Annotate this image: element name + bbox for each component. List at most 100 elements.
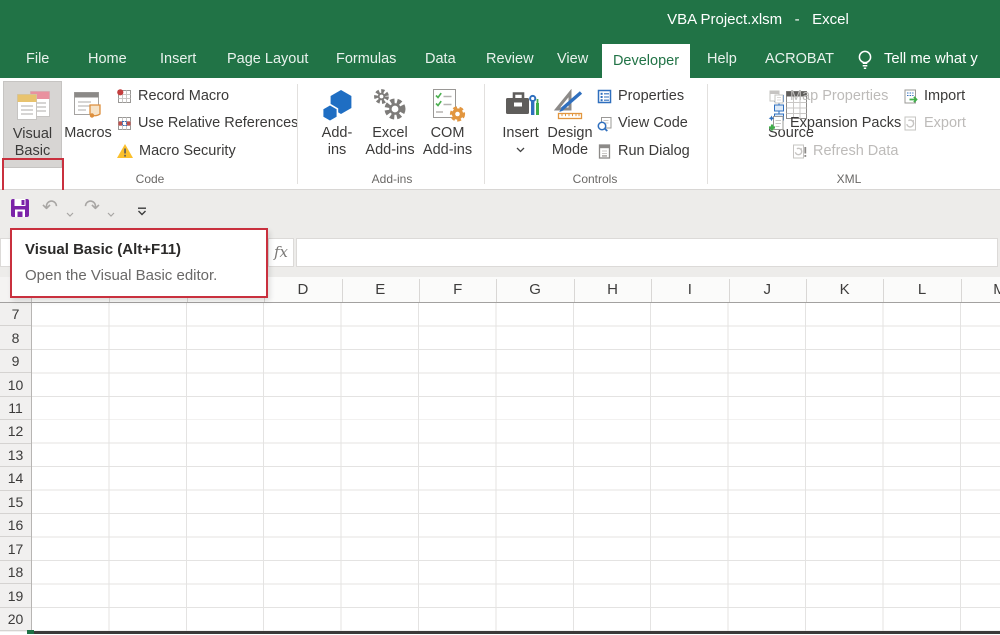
insert-control-button[interactable]: Insert bbox=[499, 81, 542, 168]
row-header-20[interactable]: 20 bbox=[0, 608, 31, 631]
export-button[interactable]: Export bbox=[902, 113, 966, 133]
save-button[interactable] bbox=[10, 196, 30, 220]
record-macro-button[interactable]: Record Macro bbox=[116, 86, 229, 106]
row-header-19[interactable]: 19 bbox=[0, 584, 31, 607]
add-ins-button[interactable]: Add- ins bbox=[316, 81, 358, 168]
row-header-column: 7891011121314151617181920 bbox=[0, 303, 32, 632]
tab-file[interactable]: File bbox=[26, 40, 49, 78]
row-header-13[interactable]: 13 bbox=[0, 444, 31, 467]
row-header-16[interactable]: 16 bbox=[0, 514, 31, 537]
undo-icon: ↶ bbox=[42, 198, 58, 218]
refresh-data-label: Refresh Data bbox=[813, 143, 898, 159]
use-relative-references-label: Use Relative References bbox=[138, 115, 298, 131]
column-header-E[interactable]: E bbox=[360, 277, 400, 302]
column-separator bbox=[806, 279, 807, 302]
com-add-ins-label-1: COM bbox=[423, 125, 472, 142]
refresh-data-button[interactable]: Refresh Data bbox=[791, 141, 898, 161]
formula-input[interactable] bbox=[296, 238, 998, 267]
run-dialog-label: Run Dialog bbox=[618, 143, 690, 159]
map-properties-icon bbox=[768, 88, 785, 105]
record-macro-icon bbox=[116, 88, 133, 105]
undo-button[interactable]: ↶ bbox=[42, 196, 58, 220]
sheet-cells[interactable] bbox=[32, 303, 1000, 632]
checklist-gear-icon bbox=[429, 85, 467, 125]
row-header-12[interactable]: 12 bbox=[0, 420, 31, 443]
excel-add-ins-label-1: Excel bbox=[365, 125, 414, 142]
column-header-J[interactable]: J bbox=[747, 277, 787, 302]
run-dialog-button[interactable]: Run Dialog bbox=[596, 141, 690, 161]
column-header-F[interactable]: F bbox=[438, 277, 478, 302]
view-code-button[interactable]: View Code bbox=[596, 113, 688, 133]
visual-basic-tooltip: Visual Basic (Alt+F11) Open the Visual B… bbox=[10, 228, 268, 298]
tab-help[interactable]: Help bbox=[707, 40, 737, 78]
column-header-I[interactable]: I bbox=[670, 277, 710, 302]
tab-acrobat[interactable]: ACROBAT bbox=[765, 40, 834, 78]
warning-triangle-icon bbox=[116, 143, 134, 159]
tab-home[interactable]: Home bbox=[88, 40, 127, 78]
row-header-8[interactable]: 8 bbox=[0, 326, 31, 349]
save-icon bbox=[10, 198, 30, 218]
window-title: VBA Project.xlsm - Excel bbox=[667, 11, 849, 28]
redo-dropdown[interactable] bbox=[107, 202, 115, 226]
controls-group-label: Controls bbox=[495, 172, 695, 187]
map-properties-label: Map Properties bbox=[790, 88, 888, 104]
tell-me-box[interactable]: Tell me what y bbox=[884, 40, 978, 78]
row-header-18[interactable]: 18 bbox=[0, 561, 31, 584]
row-header-14[interactable]: 14 bbox=[0, 467, 31, 490]
column-header-M[interactable]: M bbox=[980, 277, 1000, 302]
column-separator bbox=[883, 279, 884, 302]
export-icon bbox=[902, 115, 919, 132]
expansion-packs-icon bbox=[768, 115, 785, 132]
column-header-D[interactable]: D bbox=[283, 277, 323, 302]
lightbulb-icon bbox=[856, 49, 874, 71]
toolbox-icon bbox=[502, 85, 540, 125]
row-header-7[interactable]: 7 bbox=[0, 303, 31, 326]
import-button[interactable]: Import bbox=[902, 86, 965, 106]
macros-button[interactable]: Macros bbox=[64, 81, 112, 168]
column-header-G[interactable]: G bbox=[515, 277, 555, 302]
design-mode-button[interactable]: Design Mode bbox=[545, 81, 595, 168]
properties-button[interactable]: Properties bbox=[596, 86, 684, 106]
tab-review[interactable]: Review bbox=[486, 40, 534, 78]
insert-function-button[interactable]: fx bbox=[268, 238, 294, 267]
insert-control-label: Insert bbox=[502, 125, 538, 142]
refresh-data-icon bbox=[791, 143, 808, 160]
column-separator bbox=[496, 279, 497, 302]
tab-developer[interactable]: Developer bbox=[602, 44, 690, 78]
tab-view[interactable]: View bbox=[557, 40, 588, 78]
use-relative-references-button[interactable]: Use Relative References bbox=[116, 113, 298, 133]
group-divider bbox=[707, 84, 708, 184]
customize-quick-access-button[interactable] bbox=[137, 199, 147, 223]
tab-insert[interactable]: Insert bbox=[160, 40, 196, 78]
column-header-K[interactable]: K bbox=[825, 277, 865, 302]
column-header-H[interactable]: H bbox=[593, 277, 633, 302]
column-separator bbox=[574, 279, 575, 302]
design-mode-icon bbox=[552, 85, 588, 125]
tab-data[interactable]: Data bbox=[425, 40, 456, 78]
excel-add-ins-label-2: Add-ins bbox=[365, 142, 414, 159]
row-header-15[interactable]: 15 bbox=[0, 491, 31, 514]
import-label: Import bbox=[924, 88, 965, 104]
import-icon bbox=[902, 88, 919, 105]
expansion-packs-button[interactable]: Expansion Packs bbox=[768, 113, 901, 133]
tab-formulas[interactable]: Formulas bbox=[336, 40, 396, 78]
excel-add-ins-button[interactable]: Excel Add-ins bbox=[361, 81, 419, 168]
row-header-11[interactable]: 11 bbox=[0, 397, 31, 420]
group-divider bbox=[297, 84, 298, 184]
row-header-9[interactable]: 9 bbox=[0, 350, 31, 373]
com-add-ins-button[interactable]: COM Add-ins bbox=[421, 81, 474, 168]
redo-button[interactable]: ↷ bbox=[84, 196, 100, 220]
undo-dropdown[interactable] bbox=[66, 202, 74, 226]
relative-references-icon bbox=[116, 115, 133, 132]
tab-page-layout[interactable]: Page Layout bbox=[227, 40, 308, 78]
xml-group-label: XML bbox=[749, 172, 949, 187]
design-mode-label-1: Design bbox=[547, 125, 592, 142]
row-header-17[interactable]: 17 bbox=[0, 538, 31, 561]
view-code-icon bbox=[596, 115, 613, 132]
map-properties-button[interactable]: Map Properties bbox=[768, 86, 888, 106]
column-header-L[interactable]: L bbox=[902, 277, 942, 302]
row-header-10[interactable]: 10 bbox=[0, 373, 31, 396]
macro-security-button[interactable]: Macro Security bbox=[116, 141, 236, 161]
visual-basic-button[interactable]: Visual Basic bbox=[3, 81, 62, 168]
record-macro-label: Record Macro bbox=[138, 88, 229, 104]
